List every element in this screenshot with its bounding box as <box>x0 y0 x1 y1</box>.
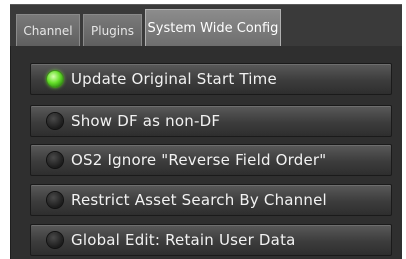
option-restrict-asset-search-by-channel[interactable]: Restrict Asset Search By Channel <box>30 184 392 216</box>
option-label: Update Original Start Time <box>71 70 277 88</box>
option-label: Restrict Asset Search By Channel <box>71 191 327 209</box>
status-led-icon <box>47 71 63 87</box>
status-led-icon <box>47 232 63 248</box>
option-label: OS2 Ignore "Reverse Field Order" <box>71 151 327 169</box>
status-led-icon <box>47 152 63 168</box>
status-led-icon <box>47 113 63 129</box>
option-update-original-start-time[interactable]: Update Original Start Time <box>30 63 392 95</box>
tab-system-wide-config[interactable]: System Wide Config <box>145 9 281 47</box>
tab-plugins[interactable]: Plugins <box>83 14 142 47</box>
config-panel: Update Original Start Time Show DF as no… <box>10 46 402 259</box>
option-label: Show DF as non-DF <box>71 112 221 130</box>
option-show-df-as-non-df[interactable]: Show DF as non-DF <box>30 105 392 137</box>
status-led-icon <box>47 192 63 208</box>
tab-bar: Channel Plugins System Wide Config <box>10 4 402 47</box>
tab-channel[interactable]: Channel <box>16 14 80 47</box>
option-os2-ignore-reverse-field-order[interactable]: OS2 Ignore "Reverse Field Order" <box>30 144 392 176</box>
option-global-edit-retain-user-data[interactable]: Global Edit: Retain User Data <box>30 224 392 256</box>
option-label: Global Edit: Retain User Data <box>71 231 296 249</box>
